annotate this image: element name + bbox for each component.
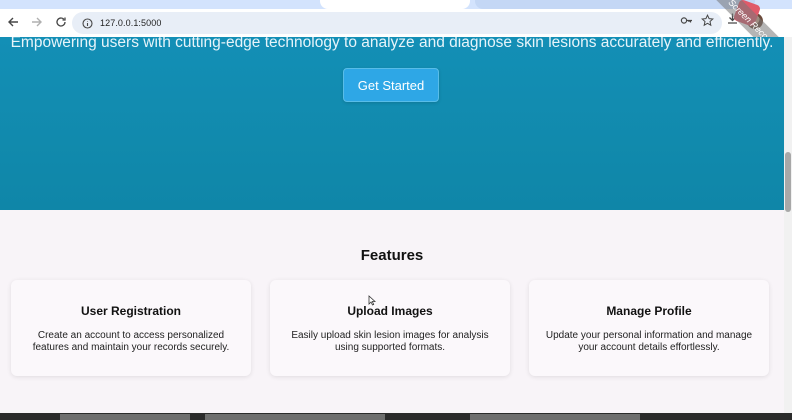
feature-card-title: User Registration	[80, 304, 182, 318]
taskbar-item[interactable]	[205, 414, 385, 420]
taskbar-item[interactable]	[60, 414, 190, 420]
browser-tab-strip	[0, 0, 792, 9]
feature-card-title: Upload Images	[347, 304, 433, 318]
hero-section: Empowering users with cutting-edge techn…	[0, 37, 784, 210]
browser-tab[interactable]	[20, 0, 170, 9]
forward-button[interactable]	[26, 12, 48, 34]
get-started-button[interactable]: Get Started	[343, 68, 439, 102]
site-info-icon[interactable]	[78, 14, 96, 32]
browser-toolbar: 127.0.0.1:5000	[0, 9, 792, 37]
page-scrollbar[interactable]	[784, 37, 792, 413]
feature-card-description: Update your personal information and man…	[545, 330, 753, 353]
browser-tab-active[interactable]	[320, 0, 470, 9]
star-icon[interactable]	[701, 14, 714, 32]
features-heading: Features	[360, 247, 424, 264]
feature-card-user-registration: User Registration Create an account to a…	[11, 280, 251, 376]
arrow-right-icon	[31, 15, 43, 31]
address-bar[interactable]: 127.0.0.1:5000	[72, 12, 722, 34]
feature-card-description: Create an account to access personalized…	[32, 330, 230, 353]
arrow-left-icon	[7, 15, 19, 31]
hero-subtitle: Empowering users with cutting-edge techn…	[10, 37, 774, 51]
mouse-cursor-icon	[368, 294, 377, 306]
feature-card-description: Easily upload skin lesion images for ana…	[291, 330, 489, 353]
taskbar	[0, 413, 792, 420]
page-viewport: Empowering users with cutting-edge techn…	[0, 37, 784, 413]
scrollbar-thumb[interactable]	[785, 152, 791, 212]
feature-card-title: Manage Profile	[606, 304, 692, 318]
back-button[interactable]	[2, 12, 24, 34]
taskbar-item[interactable]	[470, 414, 640, 420]
url-text: 127.0.0.1:5000	[100, 18, 162, 28]
reload-button[interactable]	[50, 12, 72, 34]
feature-card-upload-images: Upload Images Easily upload skin lesion …	[270, 280, 510, 376]
browser-tab[interactable]	[475, 0, 755, 9]
feature-card-manage-profile: Manage Profile Update your personal info…	[529, 280, 769, 376]
key-icon[interactable]	[680, 14, 693, 32]
reload-icon	[55, 15, 67, 31]
